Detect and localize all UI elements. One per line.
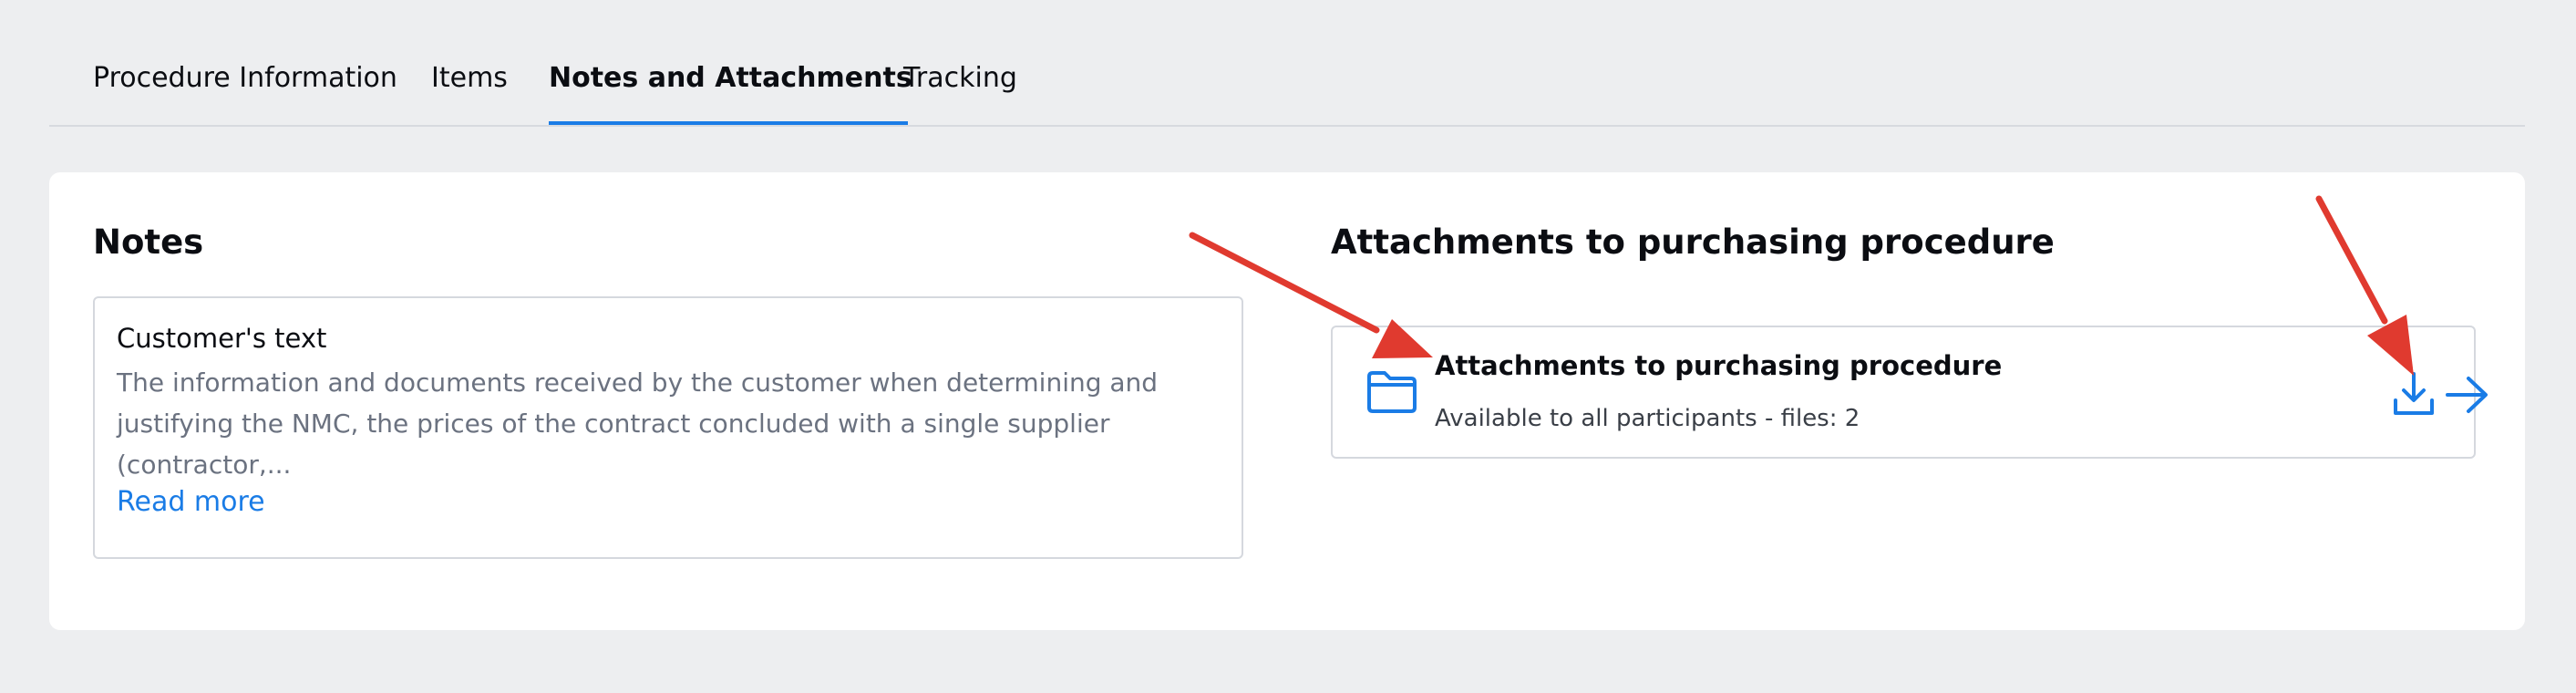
attachments-heading: Attachments to purchasing procedure xyxy=(1331,222,2055,262)
active-tab-indicator xyxy=(549,121,908,125)
download-icon[interactable] xyxy=(2392,371,2436,417)
read-more-link[interactable]: Read more xyxy=(117,484,265,521)
notes-card-title: Customer's text xyxy=(117,323,327,354)
notes-card: Customer's text The information and docu… xyxy=(93,296,1243,559)
attachments-item-subtitle: Available to all participants - files: 2 xyxy=(1435,405,1860,432)
folder-icon xyxy=(1367,371,1417,413)
tab-notes-and-attachments[interactable]: Notes and Attachments xyxy=(549,60,912,97)
tab-bar: Procedure Information Items Notes and At… xyxy=(49,0,2525,127)
arrow-right-icon[interactable] xyxy=(2445,375,2490,415)
attachments-item-title: Attachments to purchasing procedure xyxy=(1435,350,2003,381)
notes-heading: Notes xyxy=(93,222,204,262)
tab-tracking[interactable]: Tracking xyxy=(903,60,1017,97)
tab-items[interactable]: Items xyxy=(431,60,508,97)
tab-procedure-information[interactable]: Procedure Information xyxy=(93,60,397,97)
attachments-item[interactable]: Attachments to purchasing procedure Avai… xyxy=(1331,326,2488,459)
content-panel: Notes Customer's text The information an… xyxy=(49,172,2525,630)
notes-card-text: The information and documents received b… xyxy=(117,367,1159,480)
